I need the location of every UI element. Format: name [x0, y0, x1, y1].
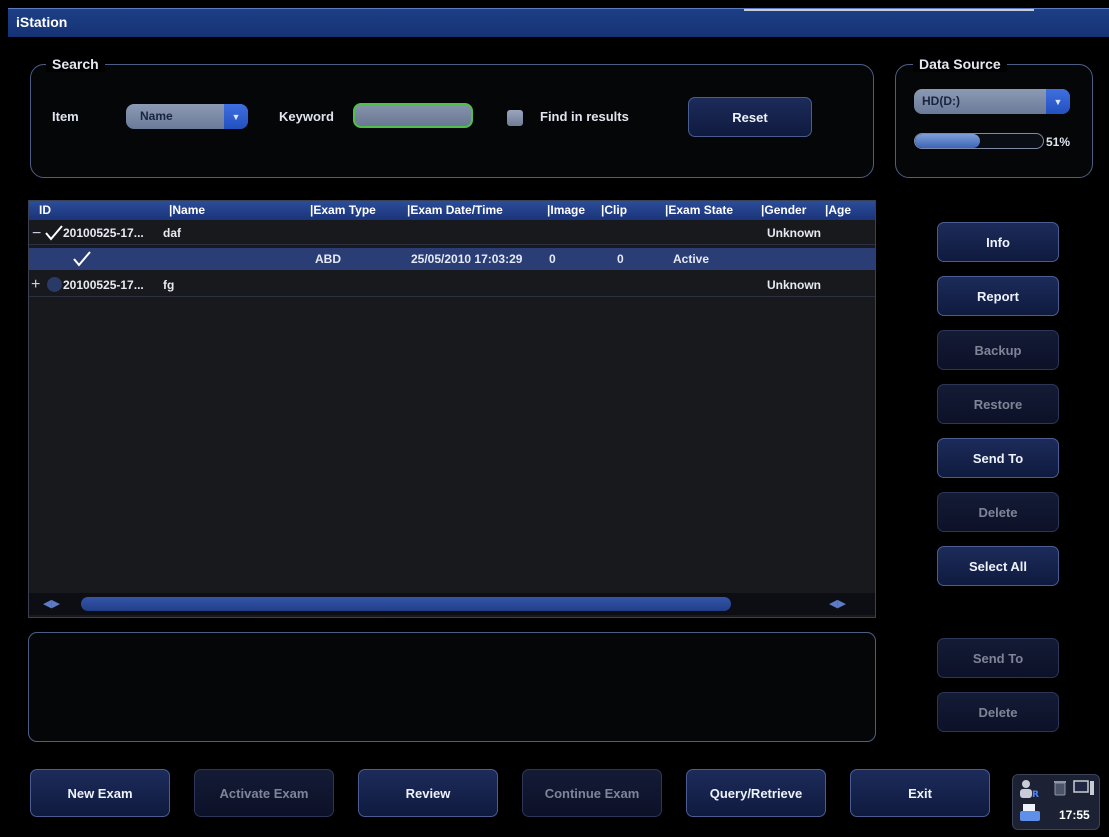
item-combo[interactable]: Name ▼	[126, 104, 248, 129]
exit-button[interactable]: Exit	[850, 769, 990, 817]
chevron-down-icon[interactable]: ▼	[224, 104, 248, 129]
select-all-button[interactable]: Select All	[937, 546, 1059, 586]
search-group-title: Search	[46, 56, 105, 72]
col-header-exam-type[interactable]: |Exam Type	[310, 203, 376, 217]
cell-gender: Unknown	[767, 226, 821, 240]
col-header-clip[interactable]: |Clip	[601, 203, 627, 217]
activate-exam-button[interactable]: Activate Exam	[194, 769, 334, 817]
restore-button[interactable]: Restore	[937, 384, 1059, 424]
horizontal-scrollbar[interactable]: ◀▶ ◀▶	[29, 593, 875, 615]
unchecked-circle-icon[interactable]	[47, 277, 62, 292]
cell-exam-type: ABD	[315, 252, 341, 266]
col-header-age[interactable]: |Age	[825, 203, 851, 217]
data-source-title: Data Source	[913, 56, 1007, 72]
check-icon[interactable]	[45, 225, 63, 241]
drive-combo[interactable]: HD(D:) ▼	[914, 89, 1070, 114]
table-row[interactable]: + 20100525-17... fg Unknown	[29, 274, 875, 297]
item-combo-value: Name	[140, 109, 173, 123]
window-title: iStation	[16, 14, 68, 30]
disk-usage-text: 51%	[1046, 135, 1071, 149]
svg-text:R: R	[1032, 790, 1039, 799]
send-to-button[interactable]: Send To	[937, 438, 1059, 478]
printer-icon[interactable]	[1019, 803, 1041, 823]
review-button[interactable]: Review	[358, 769, 498, 817]
cell-name: daf	[163, 226, 181, 240]
col-header-exam-date[interactable]: |Exam Date/Time	[407, 203, 503, 217]
cell-clip: 0	[617, 252, 624, 266]
cell-exam-state: Active	[673, 252, 710, 266]
system-tray: R 17:55	[1012, 774, 1100, 830]
scrollbar-thumb[interactable]	[81, 597, 731, 611]
keyword-input[interactable]	[353, 103, 473, 128]
cell-image: 0	[549, 252, 556, 266]
drive-combo-value: HD(D:)	[922, 94, 960, 108]
title-bar-strip	[744, 9, 1034, 11]
exam-info-box	[28, 632, 876, 742]
col-header-image[interactable]: |Image	[547, 203, 585, 217]
new-exam-button[interactable]: New Exam	[30, 769, 170, 817]
report-button[interactable]: Report	[937, 276, 1059, 316]
find-in-results-checkbox[interactable]	[507, 110, 523, 126]
cell-id: 20100525-17...	[63, 226, 144, 240]
col-header-name[interactable]: |Name	[169, 203, 205, 217]
col-header-id[interactable]: ID	[39, 203, 51, 217]
cell-gender: Unknown	[767, 278, 821, 292]
user-icon[interactable]: R	[1019, 779, 1041, 799]
collapse-icon[interactable]: −	[32, 225, 41, 243]
disk-usage-bar	[914, 133, 1044, 149]
chevron-down-icon[interactable]: ▼	[1046, 89, 1070, 114]
expand-icon[interactable]: +	[31, 276, 40, 294]
scroll-right-icon[interactable]: ◀▶	[829, 597, 846, 610]
col-header-exam-state[interactable]: |Exam State	[665, 203, 733, 217]
col-header-gender[interactable]: |Gender	[761, 203, 806, 217]
scroll-left-icon[interactable]: ◀▶	[43, 597, 60, 610]
query-retrieve-button[interactable]: Query/Retrieve	[686, 769, 826, 817]
table-row[interactable]: ABD 25/05/2010 17:03:29 0 0 Active	[29, 248, 875, 270]
clock-time: 17:55	[1059, 808, 1090, 822]
data-source-group	[895, 64, 1093, 178]
table-header: ID |Name |Exam Type |Exam Date/Time |Ima…	[29, 201, 875, 220]
delete-button[interactable]: Delete	[937, 492, 1059, 532]
exam-table: ID |Name |Exam Type |Exam Date/Time |Ima…	[28, 200, 876, 618]
cell-id: 20100525-17...	[63, 278, 144, 292]
title-bar: iStation	[8, 8, 1109, 37]
disk-usage-fill	[915, 134, 981, 148]
keyword-label: Keyword	[279, 109, 334, 124]
item-label: Item	[52, 109, 79, 124]
cell-name: fg	[163, 278, 175, 292]
backup-button[interactable]: Backup	[937, 330, 1059, 370]
info-button[interactable]: Info	[937, 222, 1059, 262]
trash-icon[interactable]	[1053, 780, 1067, 796]
table-row[interactable]: − 20100525-17... daf Unknown	[29, 222, 875, 245]
cell-exam-datetime: 25/05/2010 17:03:29	[411, 252, 523, 266]
reset-button[interactable]: Reset	[688, 97, 812, 137]
continue-exam-button[interactable]: Continue Exam	[522, 769, 662, 817]
monitor-icon[interactable]	[1073, 779, 1095, 797]
lower-delete-button[interactable]: Delete	[937, 692, 1059, 732]
check-icon[interactable]	[73, 251, 91, 267]
lower-send-to-button[interactable]: Send To	[937, 638, 1059, 678]
find-in-results-label: Find in results	[540, 109, 629, 124]
